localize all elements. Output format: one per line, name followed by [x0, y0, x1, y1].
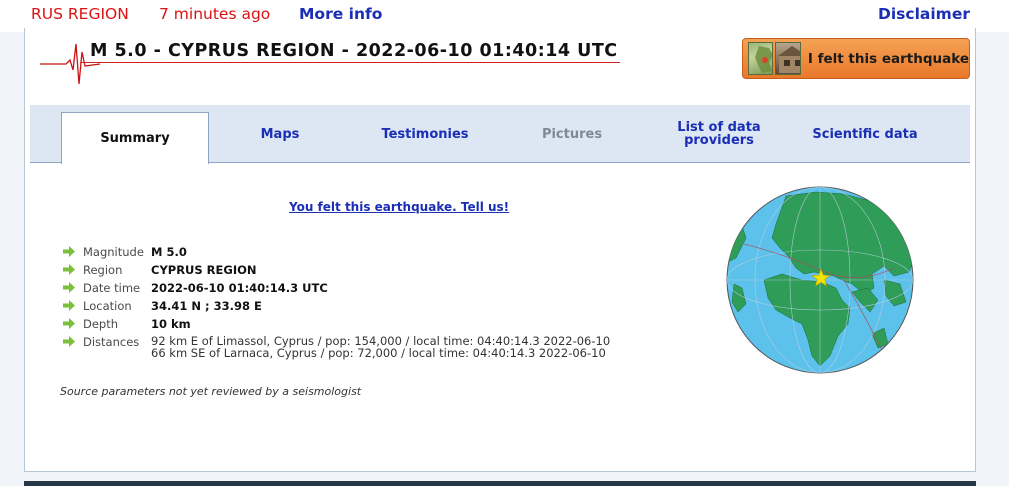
time-ago-label: 7 minutes ago — [159, 5, 271, 23]
felt-button-label: I felt this earthquake — [807, 50, 969, 67]
region-label: RUS REGION — [31, 5, 129, 23]
tab-data-providers[interactable]: List of data providers — [649, 105, 789, 163]
felt-earthquake-button[interactable]: I felt this earthquake — [742, 38, 970, 79]
distances-label: Distances — [83, 335, 140, 349]
tab-scientific-data[interactable]: Scientific data — [795, 105, 935, 163]
magnitude-label: Magnitude — [83, 245, 144, 259]
magnitude-value: M 5.0 — [151, 245, 187, 259]
globe-map-icon — [726, 186, 914, 374]
footer-strip — [24, 481, 976, 486]
tell-us-link[interactable]: You felt this earthquake. Tell us! — [289, 200, 509, 214]
datetime-label: Date time — [83, 281, 141, 295]
tab-bar: Summary Maps Testimonies Pictures List o… — [30, 105, 970, 164]
region-row: Region CYPRUS REGION — [63, 263, 257, 277]
tab-maps[interactable]: Maps — [210, 105, 350, 163]
green-arrow-icon — [63, 318, 75, 329]
event-title: M 5.0 - CYPRUS REGION - 2022-06-10 01:40… — [90, 41, 618, 61]
tab-pictures: Pictures — [541, 126, 603, 142]
depth-value: 10 km — [151, 317, 191, 331]
title-underline — [80, 62, 620, 63]
disclaimer-link[interactable]: Disclaimer — [878, 5, 970, 23]
datetime-row: Date time 2022-06-10 01:40:14.3 UTC — [63, 281, 328, 295]
green-arrow-icon — [63, 282, 75, 293]
green-arrow-icon — [63, 264, 75, 275]
more-info-link[interactable]: More info — [299, 5, 382, 23]
region-value: CYPRUS REGION — [151, 263, 257, 277]
green-arrow-icon — [63, 300, 75, 311]
source-note: Source parameters not yet reviewed by a … — [60, 385, 362, 398]
distance-larnaca: 66 km SE of Larnaca, Cyprus / pop: 72,00… — [151, 346, 606, 360]
magnitude-row: Magnitude M 5.0 — [63, 245, 187, 259]
depth-label: Depth — [83, 317, 119, 331]
datetime-value: 2022-06-10 01:40:14.3 UTC — [151, 281, 328, 295]
depth-row: Depth 10 km — [63, 317, 191, 331]
location-value: 34.41 N ; 33.98 E — [151, 299, 262, 313]
region-label-field: Region — [83, 263, 123, 277]
location-label: Location — [83, 299, 132, 313]
house-thumbnail-icon — [775, 42, 801, 75]
location-row: Location 34.41 N ; 33.98 E — [63, 299, 262, 313]
tab-summary[interactable]: Summary — [61, 112, 209, 164]
green-arrow-icon — [63, 336, 75, 347]
tab-data-providers-label: List of data providers — [677, 120, 761, 148]
distances-value: 92 km E of Limassol, Cyprus / pop: 154,0… — [151, 335, 610, 359]
map-thumbnail-icon — [748, 42, 774, 75]
tab-testimonies[interactable]: Testimonies — [355, 105, 495, 163]
distances-row: Distances 92 km E of Limassol, Cyprus / … — [63, 335, 610, 359]
green-arrow-icon — [63, 246, 75, 257]
